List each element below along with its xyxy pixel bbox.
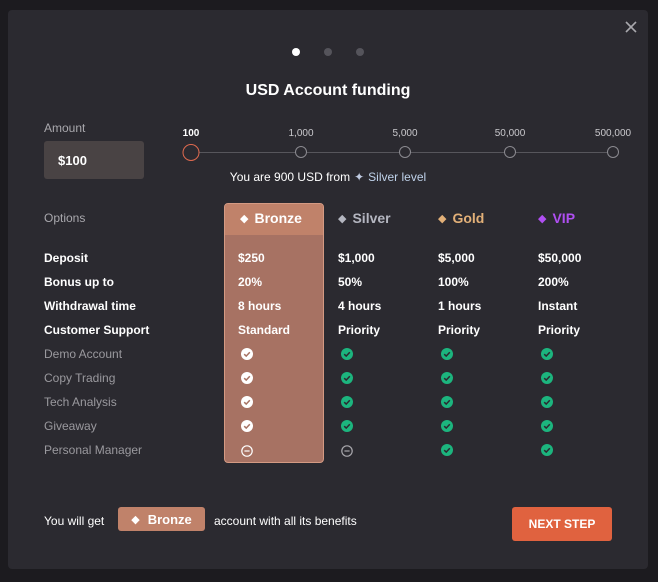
diamond-icon: ◆ [240, 212, 249, 225]
slider-tick-label: 50,000 [494, 128, 526, 139]
check-icon [541, 396, 553, 408]
table-cell: $250 [238, 251, 265, 265]
step-indicator [8, 48, 648, 56]
level-message: You are 900 USD from ✦ Silver level [8, 170, 648, 184]
footer-prefix: You will get [44, 514, 105, 528]
amount-slider[interactable]: 100 1,000 5,000 50,000 500,000 [182, 128, 631, 168]
row-label: Tech Analysis [44, 395, 117, 409]
slider-node[interactable] [607, 146, 619, 158]
check-icon [541, 444, 553, 456]
row-label: Copy Trading [44, 371, 116, 385]
diamond-icon: ◆ [438, 212, 447, 225]
row-label: Deposit [44, 251, 89, 265]
minus-circle-icon [341, 444, 353, 457]
row-label: Giveaway [44, 419, 97, 433]
slider-tick-label: 100 [182, 128, 200, 139]
check-icon [441, 420, 453, 432]
table-cell: Priority [438, 323, 481, 337]
table-cell: 1 hours [438, 299, 482, 313]
close-icon[interactable] [624, 20, 638, 34]
level-message-prefix: You are 900 USD from [229, 170, 351, 184]
slider-tick-label: 5,000 [392, 128, 418, 139]
table-cell: 20% [238, 275, 263, 289]
diamond-icon: ◆ [131, 513, 140, 526]
table-cell: 8 hours [238, 299, 282, 313]
slider-tick-label: 1,000 [288, 128, 314, 139]
diamond-icon: ◆ [338, 212, 347, 225]
check-icon [341, 396, 353, 408]
tier-name: Gold [452, 210, 485, 226]
step-dot [324, 48, 332, 56]
table-cell: 4 hours [338, 299, 382, 313]
step-dot [356, 48, 364, 56]
check-icon [241, 396, 253, 408]
tier-name: Bronze [254, 210, 302, 226]
diamond-icon: ◆ [538, 212, 547, 225]
table-cell: 200% [538, 275, 569, 289]
footer-suffix: account with all its benefits [214, 514, 357, 528]
slider-node[interactable] [399, 146, 411, 158]
check-icon [241, 348, 253, 360]
table-cell: 100% [438, 275, 469, 289]
tier-header-silver: ◆ Silver [338, 210, 391, 226]
check-icon [441, 372, 453, 384]
sparkle-icon: ✦ [354, 170, 365, 184]
check-icon [341, 372, 353, 384]
check-icon [441, 396, 453, 408]
check-icon [241, 372, 253, 384]
check-icon [541, 372, 553, 384]
minus-circle-icon [241, 444, 253, 457]
table-cell: Standard [238, 323, 291, 337]
check-icon [241, 420, 253, 432]
row-label: Customer Support [44, 323, 150, 337]
tier-header-bronze: ◆ Bronze [240, 210, 302, 226]
table-cell: $5,000 [438, 251, 475, 265]
slider-node[interactable] [504, 146, 516, 158]
check-icon [341, 348, 353, 360]
table-cell: $1,000 [338, 251, 375, 265]
options-label: Options [44, 211, 86, 225]
check-icon [541, 420, 553, 432]
slider-node[interactable] [295, 146, 307, 158]
slider-tick-label: 500,000 [594, 128, 632, 139]
check-icon [441, 444, 453, 456]
selected-tier-badge: ◆ Bronze [118, 507, 205, 531]
table-cell: 50% [338, 275, 363, 289]
tier-header-gold: ◆ Gold [438, 210, 484, 226]
check-icon [441, 348, 453, 360]
funding-modal: USD Account funding Amount 100 1,000 5,000… [8, 10, 648, 569]
page-title: USD Account funding [245, 82, 411, 99]
table-cell: Priority [338, 323, 381, 337]
table-cell: $50,000 [538, 251, 582, 265]
row-label: Bonus up to [44, 275, 114, 289]
level-name: Silver level [368, 170, 427, 184]
tier-name: Silver [352, 210, 391, 226]
row-label: Personal Manager [44, 443, 143, 457]
check-icon [341, 420, 353, 432]
table-cell: Priority [538, 323, 581, 337]
amount-label: Amount [44, 121, 86, 135]
check-icon [541, 348, 553, 360]
table-cell: Instant [538, 299, 578, 313]
next-step-button[interactable]: NEXT STEP [512, 507, 612, 541]
slider-handle[interactable] [182, 144, 200, 161]
step-dot [292, 48, 300, 56]
selected-tier-name: Bronze [147, 511, 192, 527]
row-label: Demo Account [44, 347, 123, 361]
tier-header-vip: ◆ VIP [538, 210, 575, 226]
row-label: Withdrawal time [44, 299, 136, 313]
tier-name: VIP [552, 210, 576, 226]
